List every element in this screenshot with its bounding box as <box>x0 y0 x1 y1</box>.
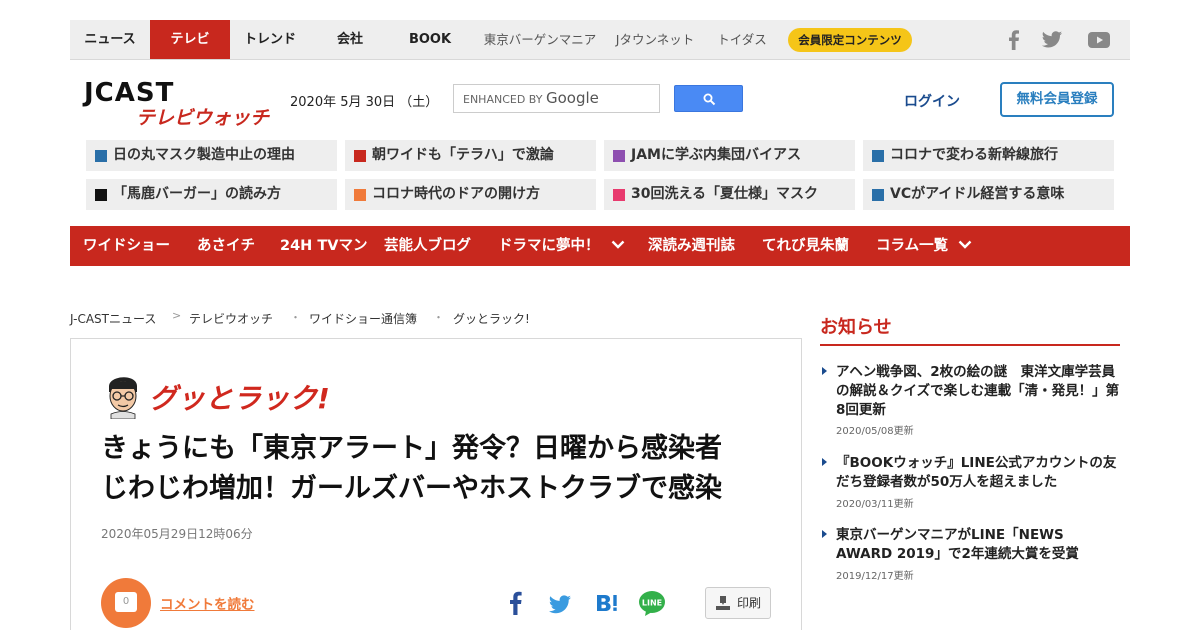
topic-marker <box>95 150 107 162</box>
sidebar-news-date: 2020/05/08更新 <box>836 426 914 437</box>
sidebar-divider <box>820 344 1120 346</box>
site-logo[interactable]: JCAST テレビウォッチ <box>84 78 274 130</box>
program-mascot-icon <box>108 377 138 419</box>
twitter-share-icon[interactable] <box>548 589 572 617</box>
topic-marker <box>872 150 884 162</box>
topic-tile[interactable]: 日の丸マスク製造中止の理由 <box>86 140 337 171</box>
topic-label: 30回洗える「夏仕様」マスク <box>631 186 819 202</box>
breadcrumb-tvwatch[interactable]: テレビウオッチ <box>189 310 273 327</box>
section-nav-asaichi[interactable]: あさイチ <box>197 226 255 266</box>
topic-label: 「馬鹿バーガー」の読み方 <box>113 186 281 202</box>
comment-button[interactable]: 0 <box>101 578 151 628</box>
login-link[interactable]: ログイン <box>904 91 960 111</box>
print-button[interactable]: 印刷 <box>705 587 771 619</box>
topic-tile[interactable]: 「馬鹿バーガー」の読み方 <box>86 179 337 210</box>
topnav-jtown[interactable]: Jタウンネット <box>608 20 702 59</box>
article-date: 2020年05月29日12時06分 <box>101 527 253 541</box>
topic-tile[interactable]: コロナで変わる新幹線旅行 <box>863 140 1114 171</box>
section-nav-weekly[interactable]: 深読み週刊誌 <box>648 226 735 266</box>
sidebar-title: お知らせ <box>820 317 892 338</box>
sidebar-news-date: 2020/03/11更新 <box>836 499 914 510</box>
logo-tvwatch-text: テレビウォッチ <box>136 107 270 129</box>
arrow-right-icon <box>822 367 827 375</box>
breadcrumb-program: グッとラック! <box>453 312 530 326</box>
search-enhanced-label: ENHANCED BY <box>463 93 543 106</box>
svg-text:LINE: LINE <box>642 599 662 608</box>
print-icon <box>716 596 730 610</box>
topic-marker <box>613 189 625 201</box>
search-input[interactable]: ENHANCED BY Google <box>453 84 660 113</box>
topic-label: コロナで変わる新幹線旅行 <box>890 147 1058 163</box>
arrow-right-icon <box>822 458 827 466</box>
topnav-tv[interactable]: テレビ <box>150 20 230 59</box>
topic-label: 日の丸マスク製造中止の理由 <box>113 147 295 163</box>
sidebar-news-text[interactable]: 『BOOKウォッチ』LINE公式アカウントの友だち登録者数が50万人を超えました <box>836 454 1120 492</box>
topic-label: JAMに学ぶ内集団バイアス <box>631 147 801 163</box>
headline-line: じわじわ増加！ガールズバーやホストクラブで感染 <box>101 473 722 504</box>
topic-marker <box>354 150 366 162</box>
topnav-toidasu[interactable]: トイダス <box>708 20 776 59</box>
arrow-right-icon <box>822 530 827 538</box>
top-nav: ニュース テレビ トレンド 会社 BOOK 東京バーゲンマニア Jタウンネット … <box>70 20 1130 60</box>
current-date: 2020年 5月 30日 （土） <box>290 95 439 110</box>
section-nav-columns[interactable]: コラム一覧 <box>876 226 948 266</box>
topic-tile[interactable]: 朝ワイドも「テラハ」で激論 <box>345 140 596 171</box>
topnav-book[interactable]: BOOK <box>390 20 470 59</box>
breadcrumb-jcast[interactable]: J-CASTニュース <box>70 310 156 327</box>
section-nav-blog[interactable]: 芸能人ブログ <box>384 226 471 266</box>
sidebar-news-date: 2019/12/17更新 <box>836 571 914 582</box>
topnav-bargain-mania[interactable]: 東京バーゲンマニア <box>478 20 602 59</box>
breadcrumb-wideshow[interactable]: ワイドショー通信簿 <box>309 310 417 327</box>
topic-tile[interactable]: VCがアイドル経営する意味 <box>863 179 1114 210</box>
search-google-brand: Google <box>545 89 599 107</box>
breadcrumb-separator: > <box>172 309 182 322</box>
topic-label: コロナ時代のドアの開け方 <box>372 186 540 202</box>
section-nav-24htv[interactable]: 24H TVマン <box>280 226 367 266</box>
print-label: 印刷 <box>737 596 762 610</box>
breadcrumb-separator: ・ <box>433 311 444 324</box>
hatena-bookmark-icon[interactable] <box>595 589 619 617</box>
topic-tile[interactable]: コロナ時代のドアの開け方 <box>345 179 596 210</box>
section-nav-wideshow[interactable]: ワイドショー <box>83 226 170 266</box>
breadcrumb-separator: ・ <box>290 311 301 324</box>
section-nav: ワイドショー あさイチ 24H TVマン 芸能人ブログ ドラマに夢中！ 深読み週… <box>70 226 1130 266</box>
twitter-icon[interactable] <box>1041 29 1063 51</box>
sidebar-news-text[interactable]: アヘン戦争図、2枚の絵の謎 東洋文庫学芸員の解説＆クイズで楽しむ連載「清・発見！… <box>836 363 1120 420</box>
comment-count: 0 <box>115 592 137 612</box>
line-share-icon[interactable]: LINE <box>638 589 666 617</box>
topic-label: VCがアイドル経営する意味 <box>890 186 1065 202</box>
article-card: グッとラック! きょうにも「東京アラート」発令？日曜から感染者 じわじわ増加！ガ… <box>70 338 802 630</box>
section-nav-terebi[interactable]: てれび見朱蘭 <box>762 226 849 266</box>
youtube-icon[interactable] <box>1087 29 1111 51</box>
topic-tile[interactable]: JAMに学ぶ内集団バイアス <box>604 140 855 171</box>
topic-marker <box>95 189 107 201</box>
facebook-share-icon[interactable] <box>507 589 523 617</box>
section-nav-drama[interactable]: ドラマに夢中！ <box>498 226 600 266</box>
read-comments-link[interactable]: コメントを読む <box>160 593 255 613</box>
register-button[interactable]: 無料会員登録 <box>1000 82 1114 117</box>
search-icon <box>703 93 716 106</box>
topic-marker <box>613 150 625 162</box>
topnav-news[interactable]: ニュース <box>70 20 150 59</box>
sidebar-news-text[interactable]: 東京バーゲンマニアがLINE「NEWS AWARD 2019」で2年連続大賞を受… <box>836 526 1120 564</box>
search-button[interactable] <box>674 85 743 112</box>
headline-line: きょうにも「東京アラート」発令？日曜から感染者 <box>101 433 722 464</box>
topic-marker <box>872 189 884 201</box>
program-title[interactable]: グッとラック! <box>149 377 330 417</box>
topic-marker <box>354 189 366 201</box>
chevron-down-icon[interactable] <box>611 240 625 250</box>
topic-label: 朝ワイドも「テラハ」で激論 <box>372 147 554 163</box>
topnav-company[interactable]: 会社 <box>310 20 390 59</box>
member-content-pill[interactable]: 会員限定コンテンツ <box>788 28 912 52</box>
topic-tile[interactable]: 30回洗える「夏仕様」マスク <box>604 179 855 210</box>
article-headline: きょうにも「東京アラート」発令？日曜から感染者 じわじわ増加！ガールズバーやホス… <box>101 429 781 509</box>
facebook-icon[interactable] <box>1003 29 1025 51</box>
chevron-down-icon[interactable] <box>958 240 972 250</box>
topnav-trend[interactable]: トレンド <box>230 20 310 59</box>
